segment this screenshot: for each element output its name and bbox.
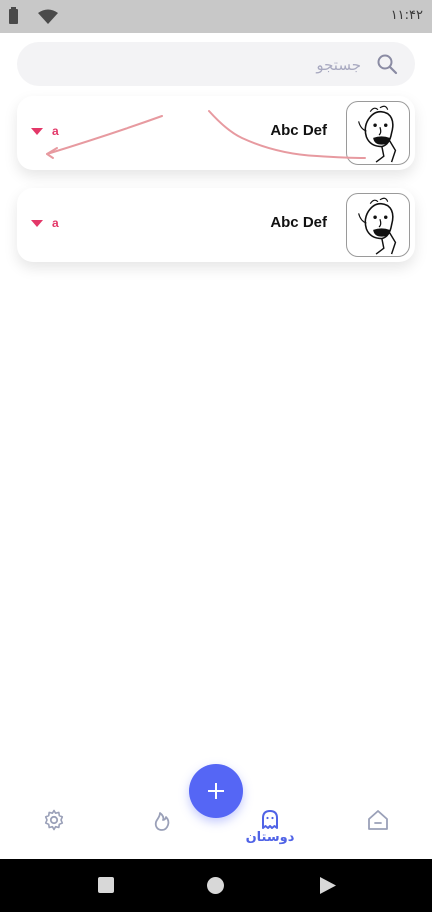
ghost-icon xyxy=(262,810,278,829)
caret-down-icon xyxy=(31,219,43,227)
nav-settings[interactable] xyxy=(24,800,84,850)
status-time: ۱۱:۴۲ xyxy=(390,8,423,23)
home-icon xyxy=(368,810,388,830)
recent-apps-button[interactable] xyxy=(98,877,114,893)
gear-icon xyxy=(44,809,64,831)
avatar[interactable] xyxy=(346,193,410,257)
nav-friends-label: دوستان xyxy=(245,830,295,845)
friend-status: a xyxy=(31,124,59,138)
friend-name: Abc Def xyxy=(270,214,327,231)
system-navigation-bar xyxy=(0,859,432,912)
search-bar[interactable] xyxy=(17,42,415,86)
friend-status-text: a xyxy=(52,124,59,138)
cartoon-face-icon xyxy=(358,197,397,255)
nav-friends[interactable]: دوستان xyxy=(240,800,300,850)
friend-card[interactable]: Abc Def a xyxy=(17,96,415,170)
cartoon-face-icon xyxy=(358,105,397,163)
friend-card[interactable]: Abc Def a xyxy=(17,188,415,262)
friend-status-text: a xyxy=(52,216,59,230)
avatar[interactable] xyxy=(346,101,410,165)
wifi-icon xyxy=(38,9,58,24)
battery-icon xyxy=(9,7,18,24)
friend-status: a xyxy=(31,216,59,230)
nav-home[interactable] xyxy=(348,800,408,850)
status-bar: ۱۱:۴۲ xyxy=(0,0,432,33)
friend-name: Abc Def xyxy=(270,122,327,139)
back-button[interactable] xyxy=(320,877,336,894)
caret-down-icon xyxy=(31,127,43,135)
flame-icon xyxy=(154,812,170,831)
search-icon[interactable] xyxy=(376,53,398,75)
nav-trending[interactable] xyxy=(132,800,192,850)
home-button[interactable] xyxy=(207,877,224,894)
search-input[interactable] xyxy=(59,50,363,80)
add-friend-button[interactable] xyxy=(189,764,243,818)
